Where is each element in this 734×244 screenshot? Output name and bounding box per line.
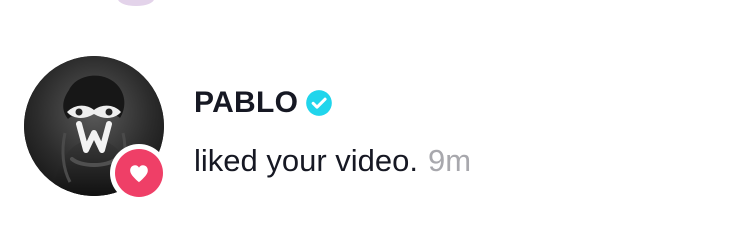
notification-screen: PABLO liked your video. 9m: [0, 0, 734, 244]
timestamp: 9m: [428, 142, 472, 178]
partial-previous-avatar: [118, 0, 154, 6]
heart-icon-background: [115, 149, 163, 197]
activity-row: liked your video. 9m: [194, 139, 694, 181]
username-row[interactable]: PABLO: [194, 81, 694, 125]
verified-badge-icon: [306, 90, 333, 116]
notification-text[interactable]: PABLO liked your video. 9m: [194, 81, 694, 181]
username[interactable]: PABLO: [194, 88, 298, 118]
heart-icon: [130, 165, 148, 183]
like-badge: [110, 144, 168, 202]
avatar-container[interactable]: [24, 56, 168, 202]
activity-message: liked your video.: [194, 142, 419, 178]
notification-item[interactable]: PABLO liked your video. 9m: [24, 56, 714, 216]
